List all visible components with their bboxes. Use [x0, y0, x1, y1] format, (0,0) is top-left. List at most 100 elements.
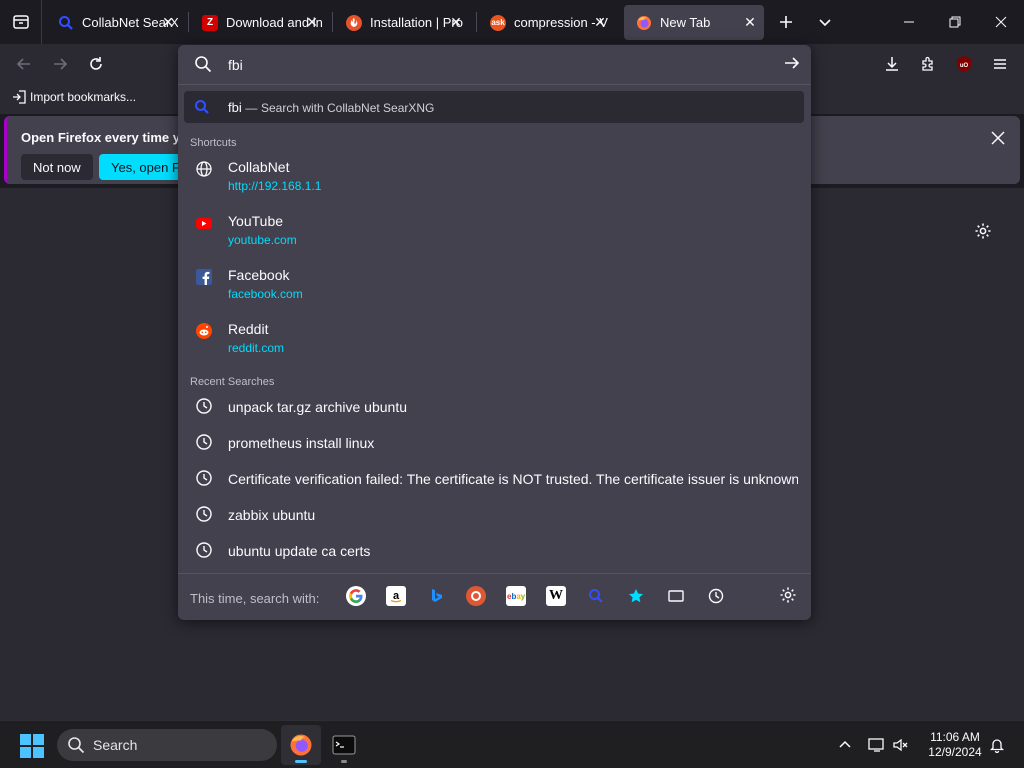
tab-new-tab[interactable]: New Tab ✕	[624, 5, 764, 40]
go-button[interactable]	[783, 54, 801, 75]
volume-muted-icon	[893, 738, 908, 752]
tab-askubuntu-compression[interactable]: ask compression - V ✕	[478, 5, 614, 40]
search-suggestion-row[interactable]: fbi — Search with CollabNet SearXNG	[184, 91, 804, 123]
running-indicator	[295, 760, 307, 763]
taskbar-clock[interactable]: 11:06 AM 12/9/2024	[920, 730, 990, 760]
wikipedia-icon[interactable]: W	[546, 586, 566, 606]
shortcut-title: Reddit	[228, 321, 269, 337]
tab-prometheus-installation[interactable]: Installation | Pro ✕	[334, 5, 470, 40]
recent-search-item[interactable]: ubuntu update ca certs	[190, 535, 800, 567]
google-icon[interactable]	[346, 586, 366, 606]
search-settings-button[interactable]	[779, 586, 799, 606]
terminal-icon	[332, 735, 356, 755]
tab-zabbix-download[interactable]: Z Download and in ✕	[190, 5, 326, 40]
tab-close-icon[interactable]: ✕	[448, 14, 464, 30]
tab-close-icon[interactable]: ✕	[592, 14, 608, 30]
tab-close-icon[interactable]: ✕	[304, 14, 320, 30]
tab-separator	[332, 12, 333, 32]
bing-icon[interactable]	[426, 586, 446, 606]
app-menu-button[interactable]	[988, 52, 1012, 76]
amazon-icon[interactable]: a	[386, 586, 406, 606]
minimize-icon	[904, 21, 914, 23]
urlbar-input[interactable]: fbi	[228, 57, 243, 73]
recent-search-text: Certificate verification failed: The cer…	[228, 471, 798, 487]
taskbar-search-box[interactable]: Search	[57, 729, 277, 761]
forward-button[interactable]	[48, 52, 72, 76]
recent-searches-heading: Recent Searches	[190, 376, 275, 388]
minimize-button[interactable]	[886, 0, 932, 44]
recent-search-text: prometheus install linux	[228, 435, 375, 451]
close-notification-button[interactable]	[988, 128, 1008, 148]
start-button[interactable]	[20, 734, 44, 758]
searxng-icon	[58, 15, 74, 31]
history-clock-icon	[195, 541, 213, 562]
downloads-button[interactable]	[880, 52, 904, 76]
recent-search-item[interactable]: prometheus install linux	[190, 427, 800, 459]
chevron-up-icon	[839, 740, 851, 748]
clock-date: 12/9/2024	[928, 745, 982, 759]
ebay-icon[interactable]: ebay	[506, 586, 526, 606]
yes-open-firefox-button[interactable]: Yes, open Fire	[99, 154, 189, 180]
list-all-tabs-button[interactable]	[813, 10, 837, 34]
windows-logo-pane	[20, 734, 31, 745]
import-bookmarks-button[interactable]: Import bookmarks...	[12, 90, 136, 104]
arrow-right-icon	[54, 58, 68, 70]
history-clock-icon	[195, 469, 213, 490]
svg-text:a: a	[393, 590, 400, 602]
shortcut-collabnet[interactable]: CollabNet http://192.168.1.1	[190, 155, 800, 205]
suggestion-action: Search with CollabNet SearXNG	[260, 101, 435, 115]
windows-logo-pane	[33, 734, 44, 745]
search-icon	[68, 737, 85, 754]
firefox-view-icon	[12, 15, 29, 29]
bookmarks-icon[interactable]	[626, 586, 646, 606]
close-window-button[interactable]	[978, 0, 1024, 44]
recent-search-item[interactable]: Certificate verification failed: The cer…	[190, 463, 800, 495]
arrow-left-icon	[16, 58, 30, 70]
history-icon[interactable]	[706, 586, 726, 606]
show-hidden-icons-button[interactable]	[834, 734, 856, 756]
restore-icon	[949, 16, 961, 28]
clock-time: 11:06 AM	[930, 730, 980, 744]
not-now-button[interactable]: Not now	[21, 154, 93, 180]
one-off-search-buttons: This time, search with: a ebay W	[178, 573, 811, 620]
firefox-view-button[interactable]	[0, 0, 42, 44]
network-button[interactable]	[866, 734, 888, 756]
recent-search-text: ubuntu update ca certs	[228, 543, 371, 559]
facebook-icon	[196, 269, 212, 285]
network-icon	[868, 738, 884, 752]
tab-close-icon[interactable]: ✕	[160, 14, 176, 30]
customize-new-tab-button[interactable]	[972, 220, 994, 242]
svg-text:ebay: ebay	[507, 592, 525, 601]
tab-close-icon[interactable]: ✕	[742, 14, 758, 30]
zabbix-icon: Z	[202, 14, 218, 31]
shortcut-youtube[interactable]: YouTube youtube.com	[190, 209, 800, 259]
recent-search-item[interactable]: zabbix ubuntu	[190, 499, 800, 531]
back-button[interactable]	[12, 52, 36, 76]
ublock-origin-button[interactable]: uO	[952, 52, 976, 76]
duckduckgo-icon[interactable]	[466, 586, 486, 606]
notifications-button[interactable]	[986, 734, 1008, 756]
searxng-icon[interactable]	[586, 586, 606, 606]
searxng-icon	[194, 99, 210, 118]
restore-button[interactable]	[932, 0, 978, 44]
shortcut-facebook[interactable]: Facebook facebook.com	[190, 263, 800, 313]
tab-collabnet-searx[interactable]: CollabNet SearX ✕	[46, 5, 182, 40]
urlbar-popup: fbi fbi — Search with CollabNet SearXNG …	[178, 45, 811, 620]
download-icon	[886, 57, 898, 71]
tabs-icon[interactable]	[666, 586, 686, 606]
bell-icon	[989, 739, 1005, 753]
taskbar-terminal[interactable]	[324, 725, 364, 765]
history-clock-icon	[195, 433, 213, 454]
shortcut-reddit[interactable]: Reddit reddit.com	[190, 317, 800, 367]
shortcut-title: YouTube	[228, 213, 284, 229]
extensions-button[interactable]	[916, 52, 940, 76]
volume-button[interactable]	[890, 734, 912, 756]
reload-button[interactable]	[84, 52, 108, 76]
plus-icon	[780, 16, 792, 28]
shortcuts-heading: Shortcuts	[190, 137, 237, 149]
taskbar-firefox[interactable]	[281, 725, 321, 765]
running-indicator	[341, 760, 347, 763]
new-tab-button[interactable]	[774, 10, 798, 34]
arrow-right-icon	[785, 57, 800, 69]
recent-search-item[interactable]: unpack tar.gz archive ubuntu	[190, 391, 800, 423]
